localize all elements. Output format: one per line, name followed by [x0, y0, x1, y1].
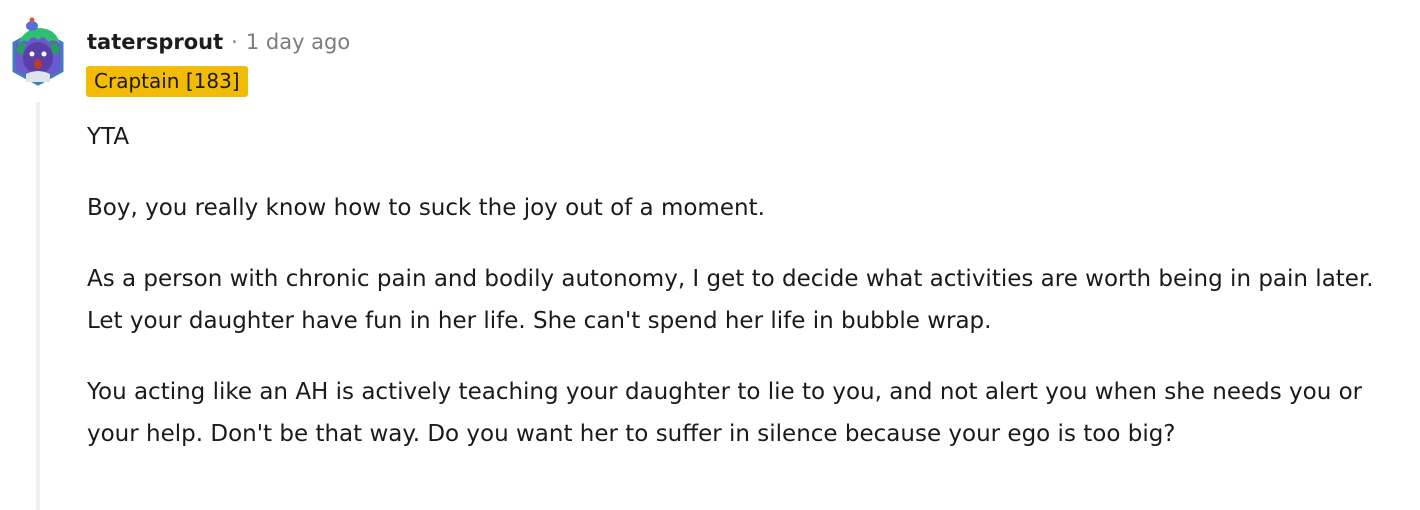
meta-separator: ·: [231, 30, 238, 54]
comment-body: YTA Boy, you really know how to suck the…: [87, 116, 1397, 484]
comment-meta: tatersprout · 1 day ago: [87, 27, 350, 57]
comment-paragraph: As a person with chronic pain and bodily…: [87, 266, 1374, 334]
comment-paragraph: You acting like an AH is actively teachi…: [87, 379, 1363, 447]
comment-paragraph: YTA: [87, 124, 130, 150]
comment-timestamp[interactable]: 1 day ago: [246, 30, 350, 54]
thread-line[interactable]: [36, 102, 40, 510]
author-name[interactable]: tatersprout: [87, 30, 223, 54]
snoo-avatar-icon: [12, 17, 64, 86]
comment-paragraph: Boy, you really know how to suck the joy…: [87, 195, 765, 221]
avatar[interactable]: [10, 16, 66, 88]
user-flair: Craptain [183]: [86, 66, 248, 97]
